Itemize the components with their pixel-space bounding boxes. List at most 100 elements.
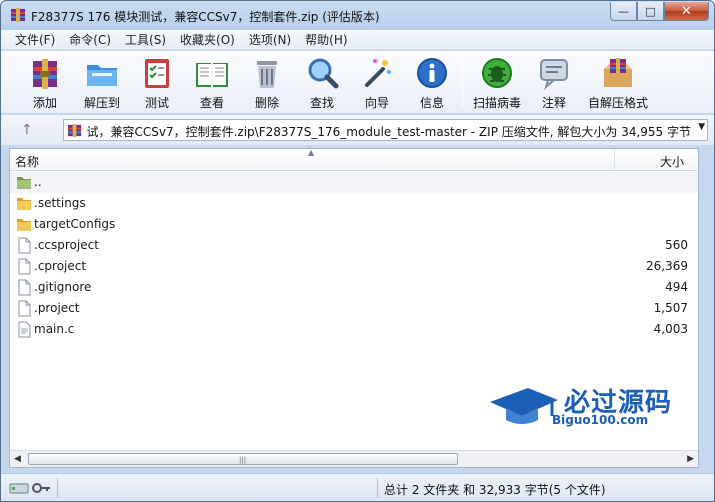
status-divider <box>377 478 378 498</box>
document-icon <box>18 237 31 254</box>
delete-label: 删除 <box>254 96 279 110</box>
table-row[interactable]: .settings <box>10 193 698 214</box>
file-name: .. <box>34 175 42 189</box>
find-button[interactable]: 查找 <box>295 53 349 111</box>
document-icon <box>18 279 31 296</box>
column-header-size[interactable]: 大小 <box>660 153 684 170</box>
window-title: F28377S 176 模块测试，兼容CCSv7，控制套件.zip (评估版本) <box>31 10 380 24</box>
sort-ascending-icon: ▲ <box>308 148 315 157</box>
file-size: 494 <box>665 280 688 294</box>
table-row[interactable]: .gitignore 494 <box>10 277 698 298</box>
file-name: .cproject <box>34 259 87 273</box>
drive-and-key-icon[interactable] <box>9 480 51 496</box>
sfx-box-icon <box>604 58 632 87</box>
info-button[interactable]: 信息 <box>405 53 459 111</box>
path-text-viewport: F28377S 176 模块测试，兼容CCSv7，控制套件.zip\F28377… <box>86 120 691 140</box>
horizontal-scrollbar[interactable]: ◀ ||| ▶ <box>10 450 698 467</box>
winrar-app-icon[interactable] <box>10 7 26 23</box>
scroll-grip: ||| <box>239 456 247 464</box>
address-bar: ↑ F28377S 176 模块测试，兼容CCSv7，控制套件.zip\F283… <box>1 115 714 145</box>
file-name: main.c <box>34 322 75 336</box>
wizard-label: 向导 <box>364 96 389 110</box>
table-row[interactable]: .cproject 26,369 <box>10 256 698 277</box>
scroll-right-arrow[interactable]: ▶ <box>687 454 694 464</box>
file-size: 26,369 <box>646 259 688 273</box>
folder-icon <box>17 198 31 210</box>
comment-button[interactable]: 注释 <box>527 53 581 111</box>
extract-folder-icon <box>87 65 117 86</box>
status-bar: 总计 2 文件夹 和 32,933 字节(5 个文件) <box>1 473 714 501</box>
file-size: 1,507 <box>653 301 688 315</box>
test-checklist-icon <box>145 59 169 88</box>
menu-commands[interactable]: 命令(C) <box>63 31 119 48</box>
add-archive-icon <box>33 59 57 89</box>
graduation-cap-icon <box>490 388 558 424</box>
sfx-label: 自解压格式 <box>588 96 649 110</box>
file-name: targetConfigs <box>34 217 116 231</box>
column-divider[interactable] <box>614 149 615 171</box>
archive-path: F28377S 176 模块测试，兼容CCSv7，控制套件.zip\F28377… <box>86 125 691 139</box>
menu-favorites[interactable]: 收藏夹(O) <box>174 31 243 48</box>
up-folder-button[interactable]: ↑ <box>21 122 41 138</box>
extract-to-label: 解压到 <box>83 96 120 110</box>
window-controls: — □ ✕ <box>610 2 709 21</box>
winrar-window: F28377S 176 模块测试，兼容CCSv7，控制套件.zip (评估版本)… <box>0 0 715 502</box>
menu-file[interactable]: 文件(F) <box>9 31 63 48</box>
magnifier-icon <box>308 58 339 89</box>
menu-tools[interactable]: 工具(S) <box>119 31 174 48</box>
list-header: 名称 ▲ 大小 <box>10 148 698 171</box>
file-list: 名称 ▲ 大小 .. .settings targetConfigs .ccsp… <box>9 148 699 468</box>
close-button[interactable]: ✕ <box>664 2 709 21</box>
scroll-thumb[interactable]: ||| <box>28 453 458 465</box>
document-icon <box>18 300 31 317</box>
path-dropdown-arrow[interactable]: ▼ <box>698 122 705 132</box>
minimize-button[interactable]: — <box>610 2 637 21</box>
file-name: .ccsproject <box>34 238 99 252</box>
wizard-button[interactable]: 向导 <box>350 53 404 111</box>
menu-help[interactable]: 帮助(H) <box>299 31 355 48</box>
scan-virus-label: 扫描病毒 <box>472 96 521 110</box>
virus-scan-icon <box>482 58 512 88</box>
table-row[interactable]: main.c 4,003 <box>10 319 698 340</box>
scan-virus-button[interactable]: 扫描病毒 <box>470 53 524 111</box>
view-book-icon <box>196 63 228 87</box>
c-source-file-icon <box>18 321 31 338</box>
file-size: 560 <box>665 238 688 252</box>
sfx-button[interactable]: 自解压格式 <box>588 53 648 111</box>
test-button[interactable]: 测试 <box>130 53 184 111</box>
extract-to-button[interactable]: 解压到 <box>75 53 129 111</box>
parent-folder-icon <box>17 177 31 189</box>
file-name: .settings <box>34 196 86 210</box>
watermark-url: Biguo100.com <box>552 413 649 427</box>
wizard-wand-icon <box>365 59 391 87</box>
table-row[interactable]: .project 1,507 <box>10 298 698 319</box>
file-name: .gitignore <box>34 280 92 294</box>
table-row[interactable]: targetConfigs <box>10 214 698 235</box>
folder-icon <box>17 219 31 231</box>
path-combobox[interactable]: F28377S 176 模块测试，兼容CCSv7，控制套件.zip\F28377… <box>63 119 708 141</box>
column-header-name[interactable]: 名称 <box>15 153 39 170</box>
info-icon <box>417 58 447 88</box>
menu-bar: 文件(F) 命令(C) 工具(S) 收藏夹(O) 选项(N) 帮助(H) <box>1 30 714 50</box>
find-label: 查找 <box>309 96 334 110</box>
file-size: 4,003 <box>653 322 688 336</box>
comment-label: 注释 <box>541 96 566 110</box>
table-row[interactable]: .. <box>10 172 698 193</box>
menu-options[interactable]: 选项(N) <box>243 31 299 48</box>
archive-icon <box>67 123 82 138</box>
delete-button[interactable]: 删除 <box>240 53 294 111</box>
watermark: 必过源码 Biguo100.com <box>488 382 688 432</box>
status-summary: 总计 2 文件夹 和 32,933 字节(5 个文件) <box>384 483 606 497</box>
scroll-left-arrow[interactable]: ◀ <box>14 454 21 464</box>
add-label: 添加 <box>32 96 57 110</box>
table-row[interactable]: .ccsproject 560 <box>10 235 698 256</box>
comment-icon <box>540 59 568 90</box>
add-button[interactable]: 添加 <box>18 53 72 111</box>
view-button[interactable]: 查看 <box>185 53 239 111</box>
document-icon <box>18 258 31 275</box>
file-rows: .. .settings targetConfigs .ccsproject 5… <box>10 172 698 340</box>
trash-icon <box>257 61 277 88</box>
test-label: 测试 <box>144 96 169 110</box>
status-divider <box>57 478 58 498</box>
maximize-button[interactable]: □ <box>637 2 664 21</box>
